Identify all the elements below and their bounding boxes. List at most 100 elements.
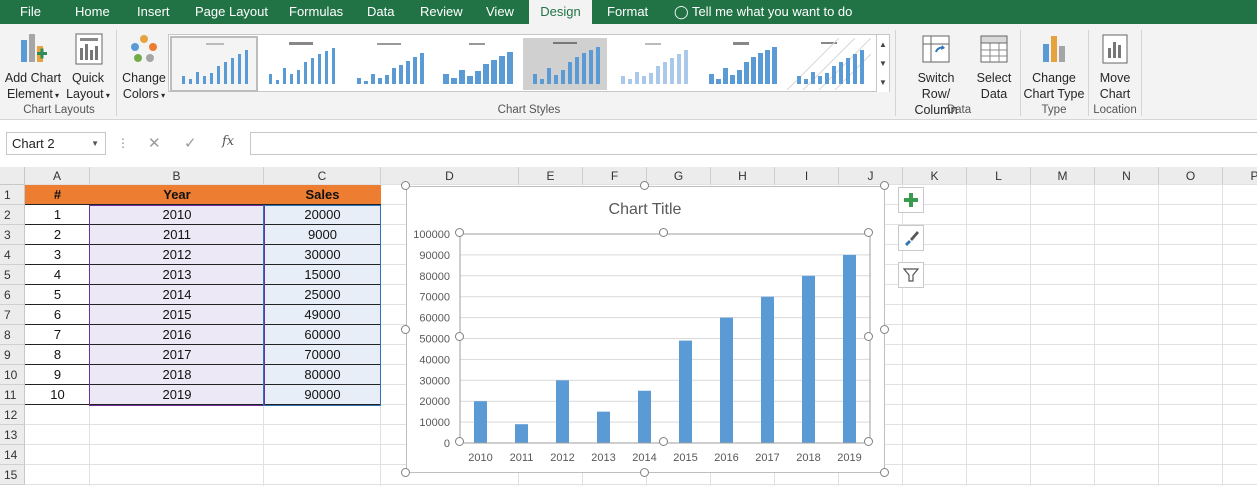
table-cell-index[interactable]: 6 — [25, 305, 90, 325]
chart-style-5[interactable] — [523, 38, 607, 90]
chart-resize-handle-t[interactable] — [640, 181, 649, 190]
plot-resize-handle-l[interactable] — [455, 332, 464, 341]
row-header-13[interactable]: 13 — [0, 425, 25, 445]
table-cell-index[interactable]: 5 — [25, 285, 90, 305]
table-cell-sales[interactable]: 30000 — [264, 245, 381, 265]
gallery-scroll-down-button[interactable]: ▼ — [876, 54, 889, 73]
move-chart-button[interactable]: Move Chart — [1092, 32, 1138, 102]
row-header-9[interactable]: 9 — [0, 345, 25, 365]
chart-filters-button[interactable] — [898, 262, 924, 288]
chart-resize-handle-tr[interactable] — [880, 181, 889, 190]
column-header-i[interactable]: I — [775, 167, 839, 185]
plot-resize-handle-bl[interactable] — [455, 437, 464, 446]
row-header-3[interactable]: 3 — [0, 225, 25, 245]
change-chart-type-button[interactable]: Change Chart Type — [1022, 32, 1086, 102]
tab-insert[interactable]: Insert — [137, 0, 170, 24]
bar-2017[interactable] — [761, 296, 774, 443]
tab-view[interactable]: View — [486, 0, 514, 24]
column-header-g[interactable]: G — [647, 167, 711, 185]
plot-resize-handle-tr[interactable] — [864, 228, 873, 237]
chart-resize-handle-br[interactable] — [880, 468, 889, 477]
table-cell-year[interactable]: 2013 — [90, 265, 264, 285]
column-header-k[interactable]: K — [903, 167, 967, 185]
column-header-m[interactable]: M — [1031, 167, 1095, 185]
row-header-1[interactable]: 1 — [0, 185, 25, 205]
add-chart-element-button[interactable]: Add Chart Element ▾ — [4, 32, 62, 104]
chart-style-4[interactable] — [435, 38, 519, 90]
table-cell-index[interactable]: 1 — [25, 205, 90, 225]
row-header-2[interactable]: 2 — [0, 205, 25, 225]
gallery-scroll-up-button[interactable]: ▲ — [876, 35, 889, 54]
table-cell-year[interactable]: 2015 — [90, 305, 264, 325]
table-cell-index[interactable]: 10 — [25, 385, 90, 405]
column-header-p[interactable]: P — [1223, 167, 1257, 185]
quick-layout-button[interactable]: Quick Layout ▾ — [64, 32, 112, 104]
plot-resize-handle-tl[interactable] — [455, 228, 464, 237]
bar-2015[interactable] — [679, 340, 692, 443]
row-header-14[interactable]: 14 — [0, 445, 25, 465]
chart-elements-button[interactable] — [898, 187, 924, 213]
bar-2016[interactable] — [720, 317, 733, 443]
formula-input[interactable] — [250, 132, 1257, 155]
row-header-6[interactable]: 6 — [0, 285, 25, 305]
bar-2013[interactable] — [597, 411, 610, 443]
cancel-icon[interactable]: ✕ — [148, 134, 161, 152]
table-cell-sales[interactable]: 9000 — [264, 225, 381, 245]
table-cell-index[interactable]: 4 — [25, 265, 90, 285]
table-cell-index[interactable]: 9 — [25, 365, 90, 385]
tab-data[interactable]: Data — [367, 0, 394, 24]
table-cell-index[interactable]: 7 — [25, 325, 90, 345]
row-header-5[interactable]: 5 — [0, 265, 25, 285]
table-cell-sales[interactable]: 90000 — [264, 385, 381, 405]
column-header-a[interactable]: A — [25, 167, 90, 185]
change-colors-button[interactable]: Change Colors ▾ — [120, 32, 168, 104]
row-header-4[interactable]: 4 — [0, 245, 25, 265]
chart-title[interactable]: Chart Title — [609, 201, 682, 218]
chart-style-8[interactable] — [786, 37, 872, 91]
chart-styles-button[interactable] — [898, 225, 924, 251]
row-header-15[interactable]: 15 — [0, 465, 25, 485]
row-header-8[interactable]: 8 — [0, 325, 25, 345]
table-cell-sales[interactable]: 15000 — [264, 265, 381, 285]
plot-resize-handle-b[interactable] — [659, 437, 668, 446]
table-cell-year[interactable]: 2017 — [90, 345, 264, 365]
bar-2014[interactable] — [638, 390, 651, 443]
table-cell-year[interactable]: 2019 — [90, 385, 264, 405]
table-cell-index[interactable]: 8 — [25, 345, 90, 365]
gallery-more-button[interactable]: ▼ — [876, 73, 889, 92]
row-header-10[interactable]: 10 — [0, 365, 25, 385]
column-header-o[interactable]: O — [1159, 167, 1223, 185]
chart-style-3[interactable] — [347, 38, 431, 90]
select-data-button[interactable]: Select Data — [972, 32, 1016, 102]
row-header-12[interactable]: 12 — [0, 405, 25, 425]
table-cell-year[interactable]: 2018 — [90, 365, 264, 385]
plot-resize-handle-r[interactable] — [864, 332, 873, 341]
table-cell-year[interactable]: 2016 — [90, 325, 264, 345]
tab-home[interactable]: Home — [75, 0, 110, 24]
bar-2010[interactable] — [474, 401, 487, 443]
chart-resize-handle-r[interactable] — [880, 325, 889, 334]
chart-resize-handle-l[interactable] — [401, 325, 410, 334]
column-header-b[interactable]: B — [90, 167, 264, 185]
chart-resize-handle-bl[interactable] — [401, 468, 410, 477]
table-cell-index[interactable]: 2 — [25, 225, 90, 245]
column-header-n[interactable]: N — [1095, 167, 1159, 185]
name-box[interactable]: Chart 2 ▼ — [6, 132, 106, 155]
column-header-e[interactable]: E — [519, 167, 583, 185]
table-cell-year[interactable]: 2010 — [90, 205, 264, 225]
table-header-index[interactable]: # — [25, 185, 90, 205]
column-header-f[interactable]: F — [583, 167, 647, 185]
tab-review[interactable]: Review — [420, 0, 463, 24]
table-cell-index[interactable]: 3 — [25, 245, 90, 265]
chart-style-1[interactable] — [170, 36, 258, 92]
chart-resize-handle-tl[interactable] — [401, 181, 410, 190]
chart-style-7[interactable] — [699, 38, 783, 90]
tell-me-box[interactable]: ◯ Tell me what you want to do — [674, 0, 852, 24]
table-cell-sales[interactable]: 80000 — [264, 365, 381, 385]
tab-design[interactable]: Design — [529, 0, 592, 24]
column-header-h[interactable]: H — [711, 167, 775, 185]
tab-page-layout[interactable]: Page Layout — [195, 0, 268, 24]
plot-resize-handle-br[interactable] — [864, 437, 873, 446]
row-header-11[interactable]: 11 — [0, 385, 25, 405]
tab-formulas[interactable]: Formulas — [289, 0, 343, 24]
